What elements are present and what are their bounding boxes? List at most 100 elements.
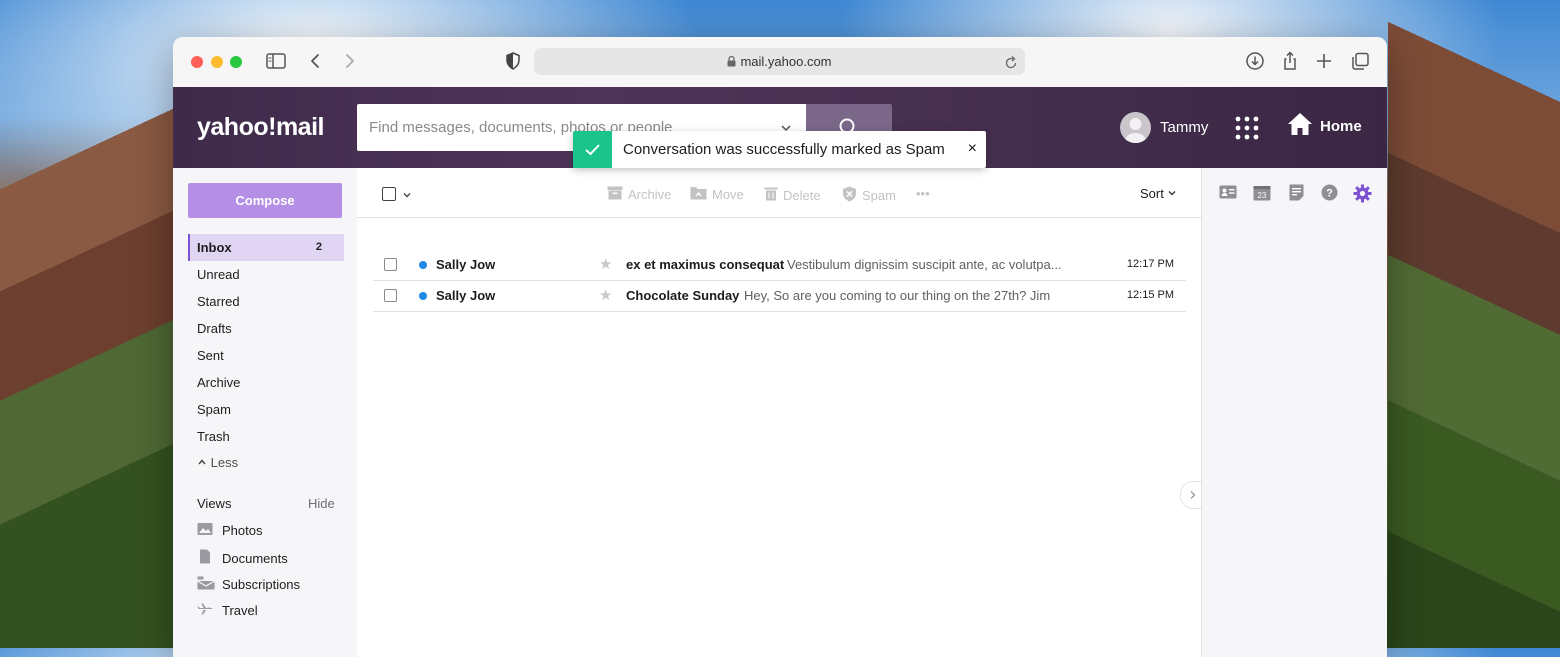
message-sender: Sally Jow bbox=[436, 257, 496, 272]
spam-confirmation-toast: Conversation was successfully marked as … bbox=[573, 131, 986, 168]
folder-spam[interactable]: Spam bbox=[188, 396, 342, 423]
select-all-checkbox[interactable] bbox=[382, 187, 396, 201]
contacts-icon[interactable] bbox=[1219, 184, 1237, 205]
folder-drafts[interactable]: Drafts bbox=[188, 315, 342, 342]
documents-icon bbox=[197, 549, 214, 567]
delete-button[interactable]: Delete bbox=[764, 186, 821, 204]
archive-label: Archive bbox=[628, 187, 672, 202]
back-icon[interactable] bbox=[305, 50, 329, 74]
view-label: Documents bbox=[222, 550, 288, 566]
view-label: Travel bbox=[222, 603, 258, 618]
message-subject: Chocolate Sunday bbox=[626, 288, 740, 303]
folder-sidebar: Compose Inbox 2 Unread Starred Drafts Se… bbox=[173, 168, 357, 657]
right-app-rail: 23 ? bbox=[1202, 168, 1387, 657]
view-label: Photos bbox=[222, 523, 263, 538]
folder-sent[interactable]: Sent bbox=[188, 342, 342, 369]
calendar-day: 23 bbox=[1258, 191, 1267, 200]
tab-overview-icon[interactable] bbox=[1349, 50, 1373, 74]
reload-icon[interactable] bbox=[1003, 53, 1019, 80]
downloads-icon[interactable] bbox=[1244, 50, 1268, 74]
sort-label: Sort bbox=[1140, 186, 1164, 201]
sidebar-toggle-icon[interactable] bbox=[265, 50, 289, 74]
zoom-window-button[interactable] bbox=[230, 56, 242, 68]
delete-label: Delete bbox=[783, 187, 821, 203]
chevron-up-icon bbox=[197, 455, 207, 470]
more-actions-button[interactable]: ••• bbox=[916, 186, 930, 201]
folder-trash[interactable]: Trash bbox=[188, 423, 342, 450]
message-preview: Hey, So are you coming to our thing on t… bbox=[744, 288, 1051, 303]
url-text: mail.yahoo.com bbox=[740, 54, 832, 69]
compose-button[interactable]: Compose bbox=[188, 183, 342, 218]
folder-unread[interactable]: Unread bbox=[188, 261, 342, 288]
browser-window: mail.yahoo.com yahoo!mail Tammy bbox=[173, 37, 1387, 657]
folder-label: Drafts bbox=[197, 321, 232, 336]
less-toggle[interactable]: Less bbox=[197, 455, 238, 470]
spam-shield-icon bbox=[842, 186, 862, 205]
archive-button[interactable]: Archive bbox=[607, 186, 671, 203]
view-documents[interactable]: Documents bbox=[197, 549, 288, 567]
star-icon[interactable]: ★ bbox=[599, 255, 612, 273]
unread-dot[interactable] bbox=[419, 261, 427, 269]
message-preview: Vestibulum dignissim suscipit ante, ac v… bbox=[787, 257, 1062, 272]
chevron-down-icon bbox=[1167, 186, 1177, 201]
notepad-icon[interactable] bbox=[1289, 184, 1304, 206]
photos-icon bbox=[197, 522, 214, 539]
svg-text:?: ? bbox=[1326, 188, 1333, 200]
star-icon[interactable]: ★ bbox=[599, 286, 612, 304]
move-button[interactable]: Move bbox=[690, 186, 744, 203]
help-icon[interactable]: ? bbox=[1321, 184, 1338, 206]
spam-label: Spam bbox=[862, 188, 896, 203]
home-label: Home bbox=[1320, 117, 1362, 135]
new-tab-icon[interactable] bbox=[1313, 50, 1337, 74]
toast-message: Conversation was successfully marked as … bbox=[623, 141, 945, 158]
folder-label: Spam bbox=[197, 402, 231, 417]
hide-views-link[interactable]: Hide bbox=[308, 496, 335, 511]
desktop-background-right bbox=[1388, 0, 1560, 648]
privacy-shield-icon[interactable] bbox=[502, 50, 526, 74]
forward-icon[interactable] bbox=[338, 50, 362, 74]
archive-icon bbox=[607, 186, 628, 203]
message-row[interactable]: Sally Jow ★ ex et maximus consequat Vest… bbox=[373, 249, 1186, 281]
view-travel[interactable]: Travel bbox=[197, 603, 258, 618]
trash-icon bbox=[764, 186, 783, 204]
settings-gear-icon[interactable] bbox=[1353, 184, 1372, 208]
avatar bbox=[1120, 111, 1151, 143]
apps-grid-icon[interactable] bbox=[1235, 116, 1259, 145]
subscriptions-icon bbox=[197, 576, 215, 593]
yahoo-mail-logo[interactable]: yahoo!mail bbox=[197, 113, 324, 142]
folder-label: Unread bbox=[197, 267, 240, 282]
sort-button[interactable]: Sort bbox=[1140, 186, 1177, 201]
message-subject: ex et maximus consequat bbox=[626, 257, 785, 272]
message-list-pane: Archive Move Delete Spam ••• Sort Sally … bbox=[357, 168, 1202, 657]
chevron-down-icon[interactable] bbox=[402, 187, 412, 205]
folder-label: Trash bbox=[197, 429, 230, 444]
message-checkbox[interactable] bbox=[384, 289, 397, 302]
message-checkbox[interactable] bbox=[384, 258, 397, 271]
message-row[interactable]: Sally Jow ★ Chocolate Sunday Hey, So are… bbox=[373, 280, 1186, 312]
folder-label: Sent bbox=[197, 348, 224, 363]
view-photos[interactable]: Photos bbox=[197, 522, 262, 539]
views-heading: Views bbox=[197, 496, 232, 511]
close-toast-button[interactable]: × bbox=[968, 140, 977, 158]
user-name: Tammy bbox=[1160, 118, 1209, 136]
folder-inbox[interactable]: Inbox 2 bbox=[188, 234, 344, 261]
folder-starred[interactable]: Starred bbox=[188, 288, 342, 315]
view-subscriptions[interactable]: Subscriptions bbox=[197, 576, 300, 593]
message-sender: Sally Jow bbox=[436, 288, 496, 303]
unread-dot[interactable] bbox=[419, 292, 427, 300]
expand-panel-button[interactable] bbox=[1180, 481, 1203, 509]
folder-archive[interactable]: Archive bbox=[188, 369, 342, 396]
lock-icon bbox=[727, 49, 736, 76]
home-link[interactable]: Home bbox=[1287, 111, 1362, 141]
move-folder-icon bbox=[690, 186, 712, 203]
message-time: 12:17 PM bbox=[1126, 258, 1174, 270]
folder-label: Archive bbox=[197, 375, 241, 390]
share-icon[interactable] bbox=[1279, 50, 1303, 74]
minimize-window-button[interactable] bbox=[211, 56, 223, 68]
spam-button[interactable]: Spam bbox=[842, 186, 896, 205]
user-menu[interactable]: Tammy bbox=[1120, 111, 1208, 143]
address-bar[interactable]: mail.yahoo.com bbox=[534, 48, 1025, 75]
calendar-icon[interactable]: 23 bbox=[1253, 184, 1271, 206]
less-label: Less bbox=[210, 455, 239, 470]
close-window-button[interactable] bbox=[191, 56, 203, 68]
